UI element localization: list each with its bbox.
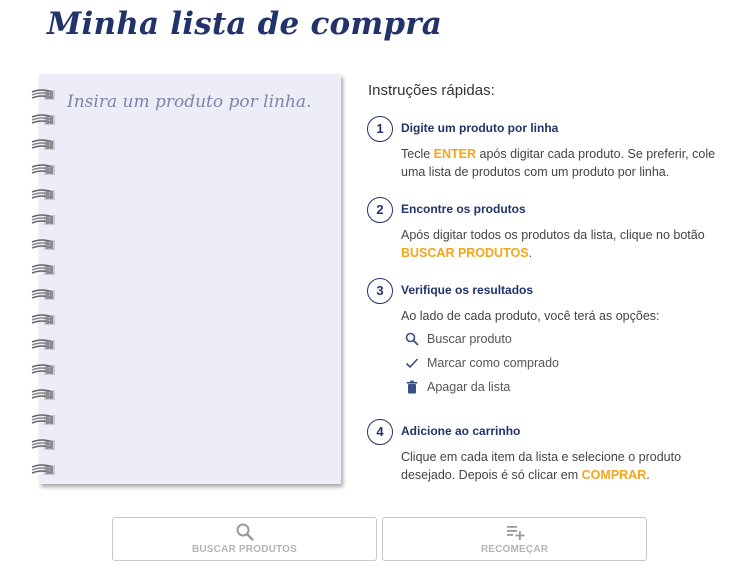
step-body: Ao lado de cada produto, você terá as op… <box>401 309 660 323</box>
trash-icon <box>406 380 418 394</box>
step-heading: Encontre os produtos <box>401 202 526 216</box>
spiral-ring <box>30 438 56 452</box>
spiral-ring <box>30 138 56 152</box>
step-body: Após digitar todos os produtos da lista,… <box>401 228 705 260</box>
playlist-add-icon <box>506 526 524 540</box>
button-label: RECOMEÇAR <box>480 544 549 555</box>
spiral-ring <box>30 213 56 227</box>
step-heading: Verifique os resultados <box>401 283 534 297</box>
step-number: 4 <box>367 419 393 445</box>
check-icon <box>405 358 419 369</box>
spiral-ring <box>30 113 56 127</box>
spiral-ring <box>30 188 56 202</box>
notebook <box>39 74 341 484</box>
search-icon <box>405 332 419 346</box>
highlight-buscar-produtos: BUSCAR PRODUTOS <box>401 246 529 260</box>
instruction-step-3: 3 Verifique os resultados Ao lado de cad… <box>367 278 727 398</box>
highlight-enter: ENTER <box>433 147 477 161</box>
spiral-ring <box>30 413 56 427</box>
step-number: 2 <box>367 197 393 223</box>
spiral-ring <box>30 88 56 102</box>
step-number: 1 <box>367 116 393 142</box>
button-label: BUSCAR PRODUTOS <box>191 544 298 555</box>
step-number: 3 <box>367 278 393 304</box>
spiral-ring <box>30 263 56 277</box>
page-title: Minha lista de compra <box>47 6 443 42</box>
spiral-ring <box>30 288 56 302</box>
spiral-ring <box>30 463 56 477</box>
recomecar-button[interactable]: RECOMEÇAR <box>382 517 647 561</box>
spiral-ring <box>30 163 56 177</box>
instructions-title: Instruções rápidas: <box>368 82 495 99</box>
buscar-produtos-button[interactable]: BUSCAR PRODUTOS <box>112 517 377 561</box>
product-list-input[interactable] <box>67 92 329 472</box>
step-body: Tecle ENTER após digitar cada produto. S… <box>401 147 716 179</box>
search-icon <box>236 523 254 541</box>
spiral-ring <box>30 363 56 377</box>
step-body: Clique em cada item da lista e selecione… <box>401 450 682 482</box>
highlight-comprar: COMPRAR <box>581 468 647 482</box>
spiral-ring <box>30 388 56 402</box>
spiral-ring <box>30 338 56 352</box>
step-heading: Adicione ao carrinho <box>401 424 521 438</box>
spiral-ring <box>30 313 56 327</box>
step-heading: Digite um produto por linha <box>401 121 559 135</box>
spiral-ring <box>30 238 56 252</box>
